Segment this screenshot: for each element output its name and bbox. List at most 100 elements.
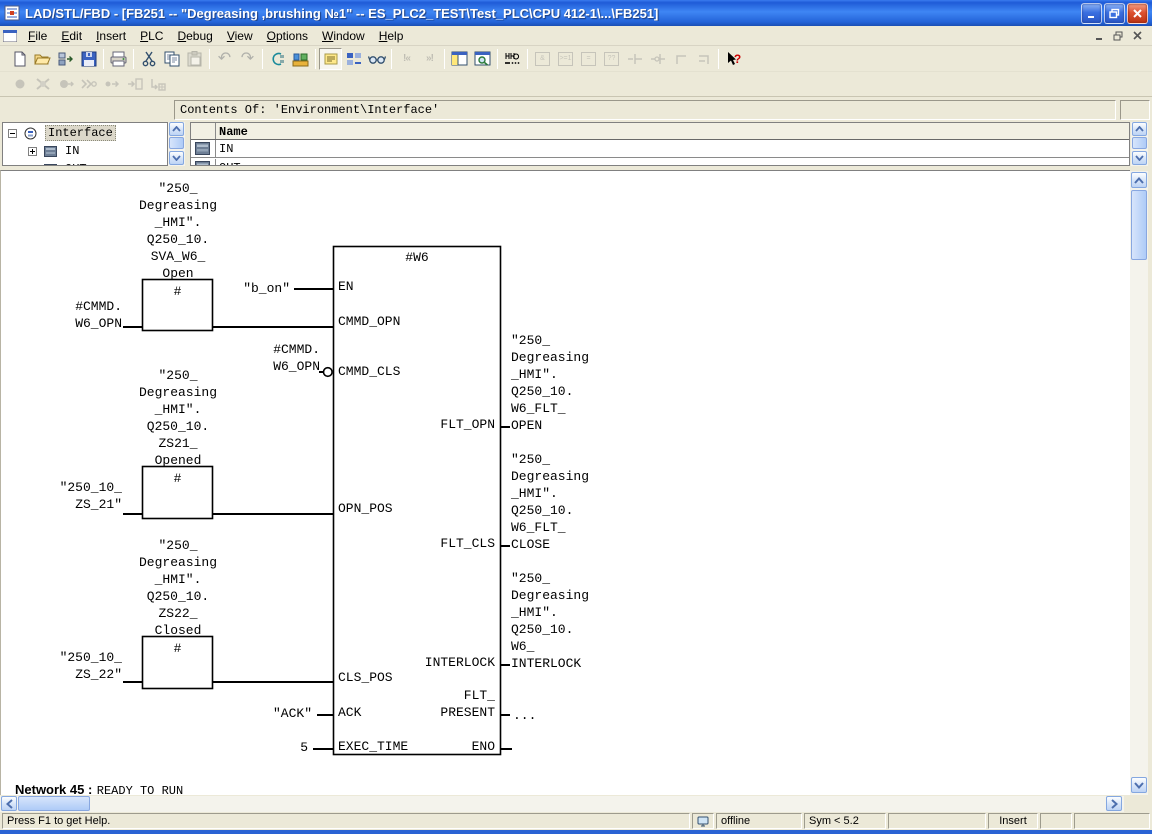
table-row-out[interactable]: OUT [191,159,1129,166]
child-close-button[interactable] [1130,29,1146,43]
next-error-icon[interactable]: »! [418,48,441,70]
operand-w6-interlock[interactable]: "250_ Degreasing _HMI". Q250_10. W6_ INT… [511,570,589,672]
execute-to-selection-icon[interactable] [77,73,100,95]
print-icon[interactable] [107,48,130,70]
breakpoints-active-icon[interactable] [54,73,77,95]
monitor-glasses-icon[interactable] [365,48,388,70]
overview-window-icon[interactable] [471,48,494,70]
scroll-up-icon[interactable] [169,122,184,136]
scroll-thumb[interactable] [18,796,90,811]
restore-button[interactable] [1104,3,1125,24]
copy-icon[interactable] [160,48,183,70]
table-row-in[interactable]: IN [191,140,1129,158]
operand-label-zs22-closed[interactable]: "250_ Degreasing _HMI". Q250_10. ZS22_ C… [98,537,258,639]
operand-w6-flt-close[interactable]: "250_ Degreasing _HMI". Q250_10. W6_FLT_… [511,451,589,553]
title-bar[interactable]: LAD/STL/FBD - [FB251 -- "Degreasing ,bru… [0,0,1152,26]
scroll-down-icon[interactable] [169,151,184,165]
contact-hash[interactable]: # [142,640,213,657]
menu-insert[interactable]: Insert [89,27,133,45]
collapse-icon[interactable] [8,129,17,138]
tree-item-label[interactable]: OUT [65,162,87,166]
new-icon[interactable] [8,48,31,70]
program-elements-icon[interactable] [266,48,289,70]
operand-zs-21[interactable]: "250_10_ ZS_21" [32,479,122,513]
menu-edit[interactable]: Edit [54,27,89,45]
operand-cmmd-w6-opn-negated[interactable]: #CMMD. W6_OPN [230,341,320,375]
undo-icon[interactable]: ↶ [213,48,236,70]
document-icon[interactable] [2,29,18,43]
canvas-horizontal-scrollbar[interactable] [0,796,1124,812]
table-cell-name[interactable]: IN [219,142,233,156]
open-call-icon[interactable] [123,73,146,95]
assign-icon[interactable]: = [577,48,600,70]
operand-flt-present-empty[interactable]: ... [513,707,536,724]
network-heading[interactable]: Network 45 : READY TO RUN [15,781,183,795]
open-branch-icon[interactable] [669,48,692,70]
download-icon[interactable] [289,48,312,70]
menu-options[interactable]: Options [260,27,315,45]
split-window-icon[interactable] [448,48,471,70]
and-box-icon[interactable]: & [531,48,554,70]
fb-title[interactable]: #W6 [333,249,501,266]
scroll-up-icon[interactable] [1132,122,1147,136]
symbol-selection-icon[interactable] [342,48,365,70]
save-icon[interactable] [77,48,100,70]
expand-icon[interactable] [28,165,37,167]
tree-item-label[interactable]: IN [65,144,79,158]
menu-file[interactable]: File [21,27,54,45]
contact-hash[interactable]: # [142,470,213,487]
call-path-icon[interactable] [146,73,169,95]
menu-help[interactable]: Help [372,27,411,45]
menu-view[interactable]: View [220,27,260,45]
negate-input-icon[interactable] [646,48,669,70]
menu-window[interactable]: Window [315,27,372,45]
fbd-canvas[interactable]: #W6 # # # "250_ Degreasing _HMI". Q250_1… [0,170,1130,795]
new-network-icon[interactable] [501,48,524,70]
interface-tree[interactable]: Interface IN OUT [2,122,168,166]
delete-breakpoints-icon[interactable] [31,73,54,95]
empty-box-icon[interactable]: ?? [600,48,623,70]
scroll-down-icon[interactable] [1132,151,1147,165]
operand-b-on[interactable]: "b_on" [220,280,290,297]
paste-icon[interactable] [183,48,206,70]
canvas-vertical-scrollbar[interactable] [1130,171,1148,795]
scroll-thumb[interactable] [1132,137,1147,149]
scroll-down-icon[interactable] [1131,777,1147,793]
scroll-up-icon[interactable] [1131,172,1147,188]
operand-cmmd-w6-opn[interactable]: #CMMD. W6_OPN [32,298,122,332]
redo-icon[interactable]: ↷ [236,48,259,70]
contact-hash[interactable]: # [142,283,213,300]
previous-error-icon[interactable]: !« [395,48,418,70]
scroll-thumb[interactable] [169,137,184,149]
scroll-right-icon[interactable] [1106,796,1122,811]
operand-label-zs21-opened[interactable]: "250_ Degreasing _HMI". Q250_10. ZS21_ O… [98,367,258,469]
cut-icon[interactable] [137,48,160,70]
scroll-left-icon[interactable] [1,796,17,811]
resume-icon[interactable] [100,73,123,95]
or-box-icon[interactable]: >=1 [554,48,577,70]
tree-item-label[interactable]: Interface [45,125,116,141]
child-minimize-button[interactable] [1092,29,1108,43]
open-block-icon[interactable] [54,48,77,70]
tree-scrollbar[interactable] [168,122,185,166]
close-branch-icon[interactable] [692,48,715,70]
operand-exec-time-value[interactable]: 5 [268,739,308,756]
interface-table[interactable]: Name IN OUT [190,122,1130,166]
minimize-button[interactable] [1081,3,1102,24]
table-scrollbar[interactable] [1131,122,1148,166]
child-restore-button[interactable] [1111,29,1127,43]
operand-w6-flt-open[interactable]: "250_ Degreasing _HMI". Q250_10. W6_FLT_… [511,332,589,434]
symbol-information-icon[interactable] [319,48,342,70]
help-arrow-icon[interactable]: ? [722,48,745,70]
menu-plc[interactable]: PLC [133,27,170,45]
operand-zs-22[interactable]: "250_10_ ZS_22" [32,649,122,683]
set-breakpoint-icon[interactable] [8,73,31,95]
operand-ack[interactable]: "ACK" [242,705,312,722]
binary-input-icon[interactable] [623,48,646,70]
close-button[interactable] [1127,3,1148,24]
open-icon[interactable] [31,48,54,70]
operand-label-sva-w6-open[interactable]: "250_ Degreasing _HMI". Q250_10. SVA_W6_… [98,180,258,282]
menu-debug[interactable]: Debug [170,27,219,45]
scroll-thumb[interactable] [1131,190,1147,260]
table-cell-name[interactable]: OUT [219,161,241,166]
